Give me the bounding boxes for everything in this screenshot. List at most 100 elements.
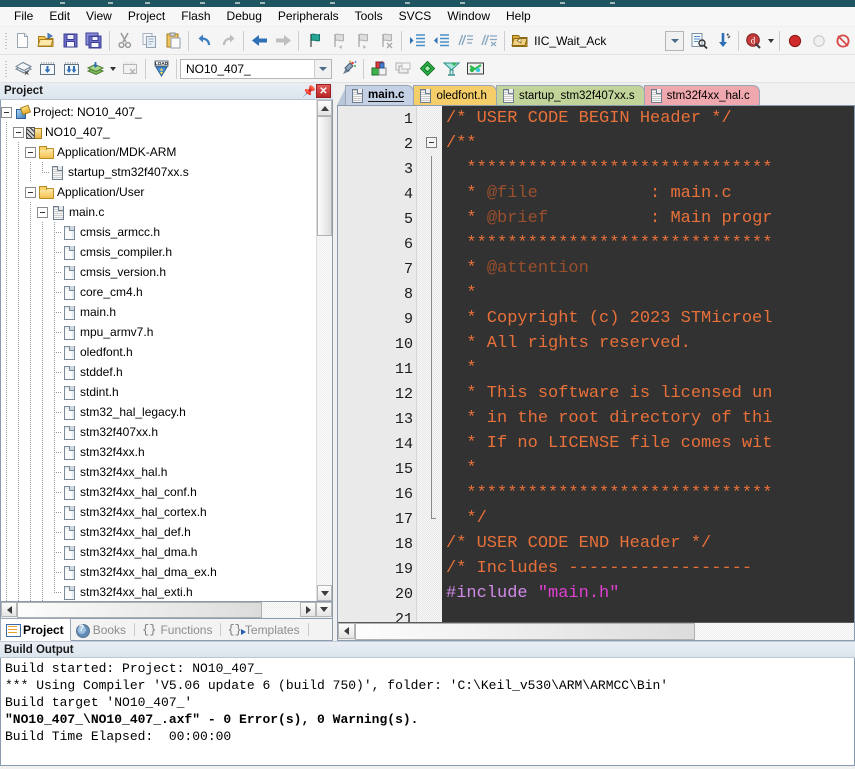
tree-item-stm32f407xx-h[interactable]: stm32f407xx.h (1, 422, 316, 442)
tree-item-stm32-hal-legacy-h[interactable]: stm32_hal_legacy.h (1, 402, 316, 422)
tree-expander[interactable] (13, 126, 24, 138)
scroll-left-button[interactable] (1, 602, 17, 617)
manage-multi-project-icon[interactable] (391, 57, 415, 81)
tree-expander[interactable] (37, 206, 48, 218)
menu-item-file[interactable]: File (6, 7, 41, 26)
download-icon[interactable]: LOAD (149, 57, 173, 81)
debug-session-dropdown-arrow[interactable] (766, 29, 776, 53)
paste-icon[interactable] (161, 29, 185, 53)
copy-icon[interactable] (137, 29, 161, 53)
bookmark-next-icon[interactable] (350, 29, 374, 53)
stop-build-icon[interactable] (118, 57, 142, 81)
uncomment-lines-icon[interactable] (477, 29, 501, 53)
menu-item-edit[interactable]: Edit (41, 7, 78, 26)
translate-file-icon[interactable] (11, 57, 35, 81)
tree-item-cmsis-version-h[interactable]: cmsis_version.h (1, 262, 316, 282)
project-tree-horizontal-scrollbar[interactable] (0, 602, 333, 619)
tab-books[interactable]: Books (71, 619, 132, 640)
project-tree-vertical-scrollbar[interactable] (316, 100, 332, 601)
project-tree[interactable]: Project: NO10_407_ NO10_407_ Application/M… (1, 100, 316, 601)
tree-item-main-h[interactable]: main.h (1, 302, 316, 322)
navigate-forward-icon[interactable] (271, 29, 295, 53)
tab-templates[interactable]: {} Templates (223, 619, 305, 640)
tree-item-project-no10-407-[interactable]: Project: NO10_407_ (1, 102, 316, 122)
scroll-right-button[interactable] (300, 602, 316, 617)
manage-run-time-env-icon[interactable] (463, 57, 487, 81)
tree-item-stm32f4xx-h[interactable]: stm32f4xx.h (1, 442, 316, 462)
tree-item-stm32f4xx-hal-h[interactable]: stm32f4xx_hal.h (1, 462, 316, 482)
fold-marker-start[interactable] (417, 131, 442, 156)
scrollbar-track[interactable] (317, 116, 332, 585)
undo-icon[interactable] (192, 29, 216, 53)
tree-item-application-user[interactable]: Application/User (1, 182, 316, 202)
tree-item-cmsis-compiler-h[interactable]: cmsis_compiler.h (1, 242, 316, 262)
tree-expander[interactable] (25, 186, 36, 198)
editor-tab-oledfont-h[interactable]: oledfont.h (413, 85, 497, 105)
indent-decrease-icon[interactable] (429, 29, 453, 53)
tree-item-oledfont-h[interactable]: oledfont.h (1, 342, 316, 362)
save-all-icon[interactable] (82, 29, 106, 53)
manage-project-items-icon[interactable] (367, 57, 391, 81)
tab-functions[interactable]: {} Functions (137, 619, 218, 640)
scrollbar-track[interactable] (355, 623, 854, 640)
editor-horizontal-scrollbar[interactable] (338, 622, 854, 640)
menu-item-svcs[interactable]: SVCS (391, 7, 440, 26)
find-in-files-icon[interactable] (687, 29, 711, 53)
scrollbar-thumb[interactable] (17, 602, 262, 618)
symbol-browse-value[interactable]: IIC_Wait_Ack (534, 34, 663, 48)
scroll-left-button[interactable] (338, 623, 355, 639)
tree-item-stm32f4xx-hal-dma-ex-h[interactable]: stm32f4xx_hal_dma_ex.h (1, 562, 316, 582)
menu-item-project[interactable]: Project (120, 7, 173, 26)
scroll-down-button[interactable] (317, 585, 332, 601)
pack-installer-icon[interactable] (415, 57, 439, 81)
scrollbar-track[interactable] (17, 602, 300, 618)
tab-project[interactable]: Project (0, 618, 71, 641)
tree-item-stm32f4xx-hal-exti-h[interactable]: stm32f4xx_hal_exti.h (1, 582, 316, 601)
fold-collapse-box[interactable] (426, 137, 437, 148)
menu-item-view[interactable]: View (78, 7, 120, 26)
menu-item-debug[interactable]: Debug (219, 7, 270, 26)
build-target-icon[interactable] (35, 57, 59, 81)
tree-item-stm32f4xx-hal-dma-h[interactable]: stm32f4xx_hal_dma.h (1, 542, 316, 562)
scrollbar-thumb[interactable] (355, 623, 695, 640)
build-output-log[interactable]: Build started: Project: NO10_407_ *** Usi… (0, 658, 855, 766)
browse-folder-icon[interactable] (508, 29, 532, 53)
select-sw-packs-icon[interactable] (439, 57, 463, 81)
menu-item-help[interactable]: Help (498, 7, 539, 26)
target-options-icon[interactable] (336, 57, 360, 81)
tree-item-stm32f4xx-hal-cortex-h[interactable]: stm32f4xx_hal_cortex.h (1, 502, 316, 522)
pin-icon[interactable]: 📌 (302, 85, 316, 98)
tree-item-no10-407-[interactable]: NO10_407_ (1, 122, 316, 142)
rebuild-all-icon[interactable] (59, 57, 83, 81)
close-icon[interactable]: ✕ (316, 84, 331, 98)
indent-increase-icon[interactable] (405, 29, 429, 53)
editor-tab-main-c[interactable]: main.c (345, 85, 415, 105)
bookmark-clear-icon[interactable] (374, 29, 398, 53)
bookmark-toggle-icon[interactable] (302, 29, 326, 53)
breakpoint-disable-icon[interactable] (807, 29, 831, 53)
scroll-up-button[interactable] (317, 100, 332, 116)
tree-item-stdint-h[interactable]: stdint.h (1, 382, 316, 402)
cut-icon[interactable] (113, 29, 137, 53)
tree-item-stddef-h[interactable]: stddef.h (1, 362, 316, 382)
tree-item-startup-stm32f407xx-s[interactable]: startup_stm32f407xx.s (1, 162, 316, 182)
menu-item-window[interactable]: Window (439, 7, 498, 26)
batch-build-icon[interactable] (83, 57, 107, 81)
redo-icon[interactable] (216, 29, 240, 53)
new-file-icon[interactable] (10, 29, 34, 53)
breakpoint-disable-all-icon[interactable] (831, 29, 855, 53)
menu-item-flash[interactable]: Flash (173, 7, 218, 26)
tree-item-application-mdk-arm[interactable]: Application/MDK-ARM (1, 142, 316, 162)
incremental-find-icon[interactable] (711, 29, 735, 53)
toolbar-grip[interactable] (2, 30, 10, 51)
target-selector-combo[interactable]: NO10_407_ (180, 58, 332, 79)
tree-item-main-c[interactable]: main.c (1, 202, 316, 222)
code-folding-margin[interactable] (416, 106, 442, 622)
tree-item-stm32f4xx-hal-conf-h[interactable]: stm32f4xx_hal_conf.h (1, 482, 316, 502)
editor-tab-stm32f4xx-hal-c[interactable]: stm32f4xx_hal.c (643, 85, 760, 105)
menu-item-tools[interactable]: Tools (347, 7, 391, 26)
bookmark-prev-icon[interactable] (326, 29, 350, 53)
tree-item-cmsis-armcc-h[interactable]: cmsis_armcc.h (1, 222, 316, 242)
debug-session-icon[interactable]: d (742, 29, 766, 53)
tree-item-mpu-armv7-h[interactable]: mpu_armv7.h (1, 322, 316, 342)
